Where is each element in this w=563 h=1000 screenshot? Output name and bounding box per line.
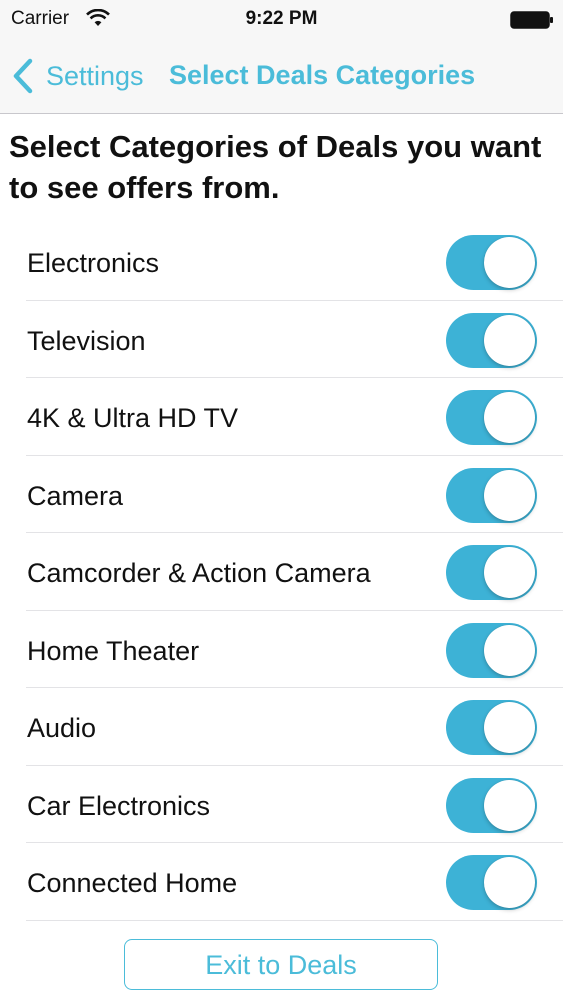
toggle-knob xyxy=(484,237,535,288)
toggle-connected-home[interactable] xyxy=(446,855,537,910)
status-time: 9:22 PM xyxy=(245,8,318,29)
navigation-bar: Settings Select Deals Categories xyxy=(0,38,563,114)
instructions-heading: Select Categories of Deals you want to s… xyxy=(9,129,542,205)
category-label: Television xyxy=(27,325,146,356)
category-label: Camcorder & Action Camera xyxy=(27,558,371,588)
list-item-camera: Camera xyxy=(26,456,563,533)
toggle-car-electronics[interactable] xyxy=(446,777,537,833)
toggle-4k-ultra-hd-tv[interactable] xyxy=(446,390,537,445)
toggle-home-theater[interactable] xyxy=(446,622,537,678)
category-label: Connected Home xyxy=(27,868,238,898)
list-item-electronics: Electronics xyxy=(26,223,563,301)
toggle-knob xyxy=(484,314,535,366)
back-button[interactable]: Settings xyxy=(12,56,144,96)
list-item-camcorder-action-camera: Camcorder & Action Camera xyxy=(26,533,563,611)
toggle-knob xyxy=(484,392,535,443)
list-item-4k-ultra-hd-tv: 4K & Ultra HD TV xyxy=(26,378,563,456)
category-label: Car Electronics xyxy=(27,790,211,821)
list-item-home-theater: Home Theater xyxy=(26,611,563,688)
exit-to-deals-button[interactable]: Exit to Deals xyxy=(124,939,438,990)
category-label: Electronics xyxy=(27,248,160,278)
category-label: Home Theater xyxy=(27,635,200,666)
toggle-knob xyxy=(484,547,535,598)
category-label: Audio xyxy=(27,713,97,743)
toggle-television[interactable] xyxy=(446,312,537,368)
chevron-left-icon xyxy=(13,58,33,94)
page-title: Select Deals Categories xyxy=(169,60,476,90)
toggle-knob xyxy=(484,702,535,753)
toggle-knob xyxy=(484,779,535,831)
category-list: Electronics Television 4K & Ultra HD TV … xyxy=(0,223,563,921)
toggle-electronics[interactable] xyxy=(446,235,537,290)
list-item-connected-home: Connected Home xyxy=(26,843,563,921)
list-item-audio: Audio xyxy=(26,688,563,766)
list-item-television: Television xyxy=(26,301,563,378)
toggle-camera[interactable] xyxy=(446,467,537,523)
toggle-knob xyxy=(484,469,535,521)
category-label: 4K & Ultra HD TV xyxy=(27,403,239,433)
battery-icon xyxy=(510,11,553,29)
status-bar: Carrier 9:22 PM xyxy=(0,0,563,38)
toggle-audio[interactable] xyxy=(446,700,537,755)
category-label: Camera xyxy=(27,480,124,511)
toggle-knob xyxy=(484,857,535,908)
toggle-camcorder-action-camera[interactable] xyxy=(446,545,537,600)
toggle-knob xyxy=(484,624,535,676)
list-item-car-electronics: Car Electronics xyxy=(26,766,563,843)
back-label: Settings xyxy=(46,60,144,91)
